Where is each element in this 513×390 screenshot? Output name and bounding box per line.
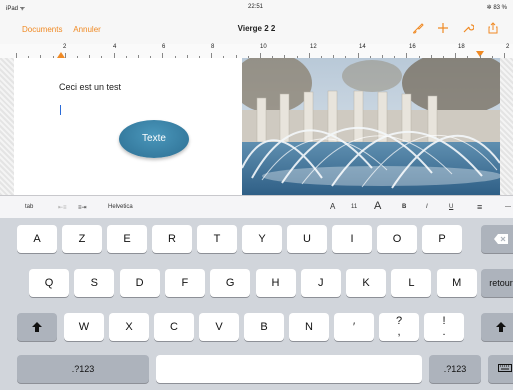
font-selector[interactable]: Helvetica bbox=[108, 204, 133, 210]
device-label: iPad ᯤ bbox=[6, 6, 26, 12]
key-X[interactable]: X bbox=[109, 313, 149, 341]
ruler-number: 8 bbox=[211, 44, 215, 50]
key-Z[interactable]: Z bbox=[62, 225, 102, 253]
key-C[interactable]: C bbox=[154, 313, 194, 341]
align-button[interactable]: ≡ bbox=[477, 202, 482, 212]
delete-key[interactable] bbox=[481, 225, 513, 253]
bold-button[interactable]: B bbox=[402, 204, 406, 210]
ruler-number: 2 bbox=[506, 44, 510, 50]
ruler-number: 2 bbox=[63, 44, 67, 50]
key-T[interactable]: T bbox=[197, 225, 237, 253]
ruler-number: 14 bbox=[359, 44, 366, 50]
format-toolbar: tab ⇤≡ ≡⇥ Helvetica A 11 A B I U ≡ — bbox=[0, 195, 513, 219]
increase-size-button[interactable]: A bbox=[374, 200, 381, 212]
brush-icon[interactable] bbox=[412, 22, 424, 34]
shift-key-right[interactable] bbox=[481, 313, 513, 341]
key-M[interactable]: M bbox=[436, 269, 477, 297]
decrease-size-button[interactable]: A bbox=[330, 202, 335, 211]
keyboard: retour .?123 .?123 AZERTYUIOP QSDFGHJKLM W… bbox=[0, 218, 513, 390]
ruler-number: 12 bbox=[310, 44, 317, 50]
font-size: 11 bbox=[351, 204, 358, 210]
indent-button[interactable]: ≡⇥ bbox=[78, 204, 87, 211]
key-K[interactable]: K bbox=[346, 269, 387, 297]
outdent-button[interactable]: ⇤≡ bbox=[58, 204, 67, 211]
key-Q[interactable]: Q bbox=[29, 269, 69, 297]
body-text[interactable]: Ceci est un test bbox=[59, 82, 121, 92]
share-icon[interactable] bbox=[487, 22, 499, 34]
key-I[interactable]: I bbox=[332, 225, 372, 253]
return-key[interactable]: retour bbox=[481, 269, 513, 297]
key-?,[interactable]: ? , bbox=[379, 313, 419, 341]
space-bar[interactable] bbox=[156, 355, 422, 383]
keyboard-dismiss-key[interactable] bbox=[488, 355, 513, 383]
key-J[interactable]: J bbox=[300, 269, 341, 297]
key-W[interactable]: W bbox=[64, 313, 104, 341]
ruler-number: 10 bbox=[260, 44, 267, 50]
key-A[interactable]: A bbox=[17, 225, 57, 253]
key-!.[interactable]: ! . bbox=[424, 313, 464, 341]
key-N[interactable]: N bbox=[289, 313, 329, 341]
ruler-number: 6 bbox=[162, 44, 166, 50]
page-edge-left bbox=[0, 58, 14, 195]
shift-key-left[interactable] bbox=[17, 313, 57, 341]
ruler-number: 16 bbox=[409, 44, 416, 50]
key-F[interactable]: F bbox=[164, 269, 205, 297]
navigation-bar: Documents Annuler Vierge 2 2 bbox=[0, 14, 513, 44]
battery-indicator: ✲ 83 % bbox=[486, 5, 507, 11]
underline-button[interactable]: U bbox=[449, 204, 453, 210]
key-R[interactable]: R bbox=[152, 225, 192, 253]
tab-key[interactable]: tab bbox=[25, 204, 33, 210]
key-O[interactable]: O bbox=[377, 225, 417, 253]
wrench-icon[interactable] bbox=[462, 22, 475, 34]
key-G[interactable]: G bbox=[210, 269, 251, 297]
key-V[interactable]: V bbox=[199, 313, 239, 341]
key-D[interactable]: D bbox=[119, 269, 160, 297]
key-U[interactable]: U bbox=[287, 225, 327, 253]
key-L[interactable]: L bbox=[391, 269, 432, 297]
fountain-photo[interactable] bbox=[242, 58, 500, 195]
clock: 22:51 bbox=[248, 4, 264, 10]
plus-icon[interactable] bbox=[437, 22, 449, 34]
ruler-number: 18 bbox=[458, 44, 465, 50]
key-E[interactable]: E bbox=[107, 225, 147, 253]
document-canvas[interactable]: Ceci est un test Texte bbox=[0, 58, 513, 195]
key-H[interactable]: H bbox=[255, 269, 296, 297]
more-button[interactable]: — bbox=[505, 204, 511, 210]
status-bar: iPad ᯤ 22:51 ✲ 83 % bbox=[0, 0, 513, 14]
numbers-key-left[interactable]: .?123 bbox=[17, 355, 149, 383]
key-S[interactable]: S bbox=[74, 269, 115, 297]
key-′[interactable]: ′ bbox=[334, 313, 374, 341]
ruler[interactable]: 2 4 6 8 10 12 14 16 18 2 bbox=[0, 44, 513, 59]
key-P[interactable]: P bbox=[422, 225, 462, 253]
italic-button[interactable]: I bbox=[426, 204, 428, 210]
numbers-key-right[interactable]: .?123 bbox=[429, 355, 481, 383]
key-B[interactable]: B bbox=[244, 313, 284, 341]
text-shape-oval[interactable]: Texte bbox=[119, 120, 189, 158]
key-Y[interactable]: Y bbox=[242, 225, 282, 253]
text-cursor bbox=[60, 105, 61, 115]
page-edge-right bbox=[499, 58, 513, 195]
ruler-number: 4 bbox=[113, 44, 117, 50]
